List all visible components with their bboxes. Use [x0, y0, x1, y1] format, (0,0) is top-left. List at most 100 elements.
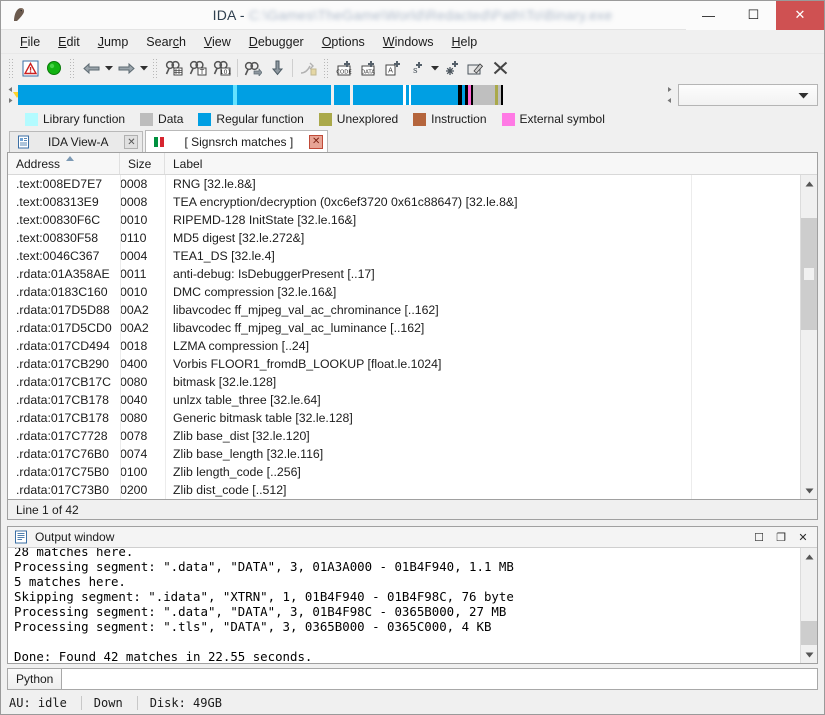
menu-jump[interactable]: Jump — [89, 33, 138, 51]
cell-address: .rdata:017D5CD0 — [16, 321, 112, 335]
toolbar-grip-search[interactable] — [152, 58, 159, 78]
table-row[interactable]: .rdata:017CB178 0040 unlzx table_three [32… — [8, 391, 800, 409]
script-command-input[interactable] — [62, 668, 818, 690]
back-dropdown-icon[interactable] — [103, 57, 114, 80]
make-code-icon[interactable]: CODE — [333, 57, 357, 80]
rename-icon[interactable] — [464, 57, 488, 80]
nav-right-arrows[interactable] — [664, 84, 674, 106]
table-row[interactable]: .rdata:0183C160 0010 DMC compression [32.l… — [8, 283, 800, 301]
make-array-icon[interactable] — [440, 57, 464, 80]
column-header-address[interactable]: Address — [8, 153, 120, 174]
column-header-size[interactable]: Size — [120, 153, 165, 174]
output-scrollbar-track[interactable] — [801, 565, 817, 646]
column-header-label[interactable]: Label — [165, 153, 817, 174]
navigation-band[interactable] — [18, 85, 664, 105]
cell-label: Vorbis FLOOR1_fromdB_LOOKUP [float.le.10… — [173, 357, 442, 371]
cell-label: libavcodec ff_mjpeg_val_ac_chrominance [… — [173, 303, 439, 317]
output-scroll-down-button[interactable] — [801, 646, 817, 663]
menu-file[interactable]: File — [11, 33, 49, 51]
menu-help[interactable]: Help — [443, 33, 487, 51]
make-data-icon[interactable]: DATA — [357, 57, 381, 80]
table-row[interactable]: .rdata:017C75B0 0100 Zlib length_code [..2… — [8, 463, 800, 481]
matches-table-body: .text:008ED7E7 0008 RNG [32.le.8&] .text:00… — [8, 175, 817, 499]
nav-segment-10 — [411, 85, 458, 105]
toolbar-grip-make[interactable] — [323, 58, 330, 78]
table-row[interactable]: .text:00830F6C 0010 RIPEMD-128 InitState [… — [8, 211, 800, 229]
table-row[interactable]: .text:008ED7E7 0008 RNG [32.le.8&] — [8, 175, 800, 193]
tab-close-signsrch-matches[interactable]: ✕ — [309, 134, 324, 149]
close-window-button[interactable]: ✕ — [776, 0, 824, 30]
jump-xref-icon[interactable] — [296, 57, 320, 80]
table-row[interactable]: .rdata:017CD494 0018 LZMA compression [..2… — [8, 337, 800, 355]
table-row[interactable]: .rdata:017C7728 0078 Zlib base_dist [32.le… — [8, 427, 800, 445]
table-row[interactable]: .rdata:017CB290 0400 Vorbis FLOOR1_fromdB_… — [8, 355, 800, 373]
legend-item-unexplored: Unexplored — [318, 112, 398, 126]
scroll-up-button[interactable] — [801, 175, 817, 192]
back-arrow-icon[interactable] — [79, 57, 103, 80]
table-row[interactable]: .rdata:01A358AE 0011 anti-debug: IsDebugge… — [8, 265, 800, 283]
script-language-button[interactable]: Python — [7, 668, 63, 690]
scroll-down-button[interactable] — [801, 482, 817, 499]
nav-segment-16 — [473, 85, 495, 105]
menu-search[interactable]: Search — [137, 33, 195, 51]
menu-windows[interactable]: Windows — [374, 33, 443, 51]
search-sequence-icon[interactable]: 101 — [210, 57, 234, 80]
close-output-button[interactable]: ✕ — [793, 529, 813, 546]
search-text-icon[interactable]: T — [186, 57, 210, 80]
menu-debugger[interactable]: Debugger — [240, 33, 313, 51]
table-row[interactable]: .text:008313E9 0008 TEA encryption/decrypt… — [8, 193, 800, 211]
output-scrollbar-thumb[interactable] — [801, 621, 817, 645]
make-struct-dropdown-icon[interactable] — [429, 57, 440, 80]
toolbar-grip[interactable] — [8, 58, 15, 78]
cell-address: .rdata:017CB178 — [16, 411, 109, 425]
jump-down-icon[interactable] — [265, 57, 289, 80]
nav-segment-19 — [501, 85, 503, 105]
svg-text:s: s — [413, 66, 418, 76]
cell-address: .rdata:017CD494 — [16, 339, 110, 353]
table-row[interactable]: .text:0046C367 0004 TEA1_DS [32.le.4] — [8, 247, 800, 265]
matches-vertical-scrollbar[interactable] — [800, 175, 817, 499]
navigation-zoom-combo[interactable] — [678, 84, 818, 106]
dock-output-button[interactable]: ❐ — [771, 529, 791, 546]
ida-warning-icon[interactable] — [18, 57, 42, 80]
menu-options[interactable]: Options — [313, 33, 374, 51]
table-row[interactable]: .rdata:017C76B0 0074 Zlib base_length [32.… — [8, 445, 800, 463]
table-row[interactable]: .rdata:017D5CD0 00A2 libavcodec ff_mjpeg_v… — [8, 319, 800, 337]
output-lines-icon — [13, 529, 29, 545]
search-binary-icon[interactable] — [162, 57, 186, 80]
cell-address: .text:00830F58 — [16, 231, 99, 245]
make-ascii-icon[interactable]: A — [381, 57, 405, 80]
scrollbar-thumb[interactable] — [801, 218, 817, 330]
status-direction: Down — [94, 696, 138, 710]
table-row[interactable]: .rdata:017CB178 0080 Generic bitmask table… — [8, 409, 800, 427]
tab-close-ida-view-a[interactable]: ✕ — [124, 135, 139, 149]
toolbar-grip-nav[interactable] — [69, 58, 76, 78]
search-next-icon[interactable] — [241, 57, 265, 80]
table-row[interactable]: .rdata:017C73B0 0200 Zlib dist_code [..512… — [8, 481, 800, 499]
table-row[interactable]: .rdata:017CB17C 0080 bitmask [32.le.128] — [8, 373, 800, 391]
table-row[interactable]: .text:00830F58 0110 MD5 digest [32.le.272&… — [8, 229, 800, 247]
nav-segment-6 — [353, 85, 403, 105]
svg-text:DATA: DATA — [361, 69, 375, 75]
legend-item-regular-function: Regular function — [198, 112, 304, 126]
forward-dropdown-icon[interactable] — [138, 57, 149, 80]
minimize-button[interactable]: — — [686, 0, 731, 30]
table-row[interactable]: .rdata:017D5D88 00A2 libavcodec ff_mjpeg_v… — [8, 301, 800, 319]
menu-edit[interactable]: Edit — [49, 33, 89, 51]
undefine-icon[interactable] — [488, 57, 512, 80]
output-vertical-scrollbar[interactable] — [800, 548, 817, 663]
output-scroll-up-button[interactable] — [801, 548, 817, 565]
menu-view[interactable]: View — [195, 33, 240, 51]
maximize-output-button[interactable]: ☐ — [749, 529, 769, 546]
cell-address: .rdata:0183C160 — [16, 285, 108, 299]
scrollbar-track[interactable] — [801, 192, 817, 482]
make-struct-icon[interactable]: s — [405, 57, 429, 80]
cell-address: .rdata:017C7728 — [16, 429, 108, 443]
matches-line-counter: Line 1 of 42 — [16, 502, 79, 517]
output-log-text[interactable]: 28 matches here. Processing segment: ".da… — [8, 548, 800, 663]
maximize-button[interactable]: ☐ — [731, 0, 776, 30]
tab-signsrch-matches[interactable]: [ Signsrch matches ] ✕ — [145, 130, 329, 152]
run-green-icon[interactable] — [42, 57, 66, 80]
tab-ida-view-a[interactable]: IDA View-A ✕ — [9, 131, 144, 152]
forward-arrow-icon[interactable] — [114, 57, 138, 80]
